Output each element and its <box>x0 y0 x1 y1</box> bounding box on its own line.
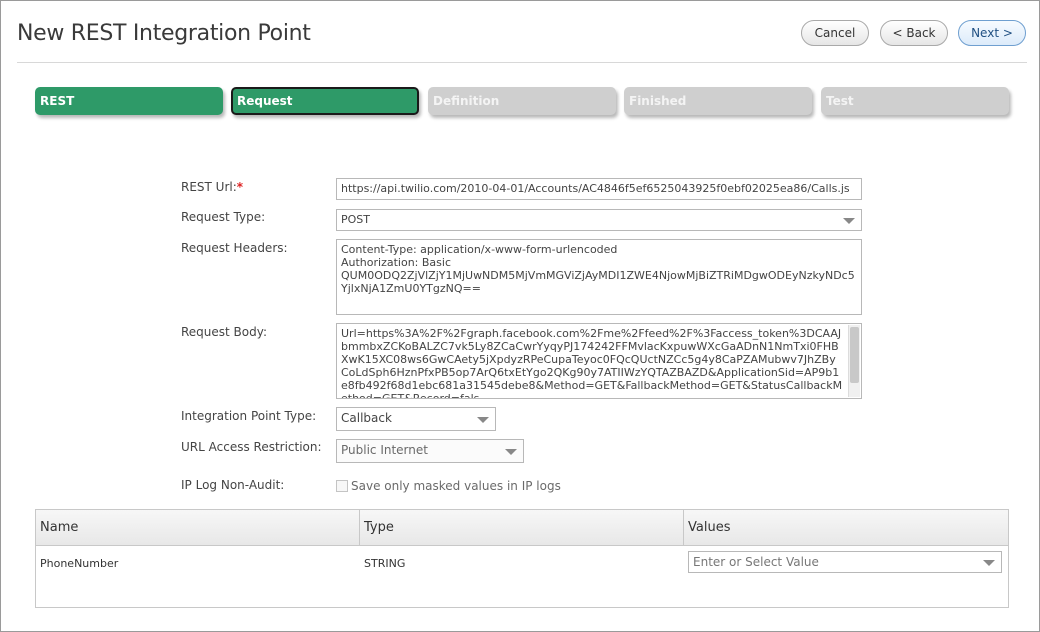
back-button[interactable]: < Back <box>880 20 948 46</box>
column-header-type[interactable]: Type <box>360 510 684 546</box>
rest-url-label-text: REST Url: <box>181 180 237 194</box>
request-type-label: Request Type: <box>181 210 266 224</box>
value-select-placeholder: Enter or Select Value <box>693 555 819 569</box>
required-marker: * <box>236 180 244 194</box>
chevron-down-icon <box>505 449 517 455</box>
request-body-text: Url=https%3A%2F%2Fgraph.facebook.com%2Fm… <box>341 327 843 399</box>
chevron-down-icon <box>477 417 489 423</box>
integration-point-type-select[interactable]: Callback <box>336 407 496 431</box>
chevron-down-icon <box>983 560 995 566</box>
url-access-restriction-label: URL Access Restriction: <box>181 440 322 454</box>
cell-type: STRING <box>364 557 406 570</box>
ip-log-checkbox-label: Save only masked values in IP logs <box>351 479 561 493</box>
page-title: New REST Integration Point <box>17 21 311 46</box>
chevron-down-icon <box>843 218 855 224</box>
header-divider <box>17 62 1027 63</box>
url-access-restriction-select[interactable]: Public Internet <box>336 439 524 463</box>
cell-name: PhoneNumber <box>40 557 119 570</box>
step-finished[interactable]: Finished <box>624 87 812 115</box>
scrollbar-thumb[interactable] <box>850 327 859 383</box>
request-type-value: POST <box>341 213 370 226</box>
parameters-grid: Name Type Values PhoneNumber STRING Ente… <box>35 509 1009 608</box>
step-test[interactable]: Test <box>821 87 1009 115</box>
window-frame: New REST Integration Point Cancel < Back… <box>0 0 1040 632</box>
rest-url-input[interactable]: https://api.twilio.com/2010-04-01/Accoun… <box>336 178 862 200</box>
request-type-select[interactable]: POST <box>336 209 862 231</box>
request-headers-textarea[interactable]: Content-Type: application/x-www-form-url… <box>336 239 862 315</box>
rest-url-label: REST Url:* <box>181 180 243 194</box>
cancel-button[interactable]: Cancel <box>801 20 869 46</box>
ip-log-checkbox[interactable] <box>336 480 348 492</box>
request-body-textarea[interactable]: Url=https%3A%2F%2Fgraph.facebook.com%2Fm… <box>336 323 862 399</box>
integration-point-type-value: Callback <box>341 411 392 425</box>
step-request[interactable]: Request <box>231 87 419 115</box>
step-rest[interactable]: REST <box>35 87 223 115</box>
column-header-values[interactable]: Values <box>684 510 1008 546</box>
grid-header: Name Type Values <box>36 510 1008 546</box>
request-headers-label: Request Headers: <box>181 241 288 255</box>
request-body-label: Request Body: <box>181 325 268 339</box>
integration-point-type-label: Integration Point Type: <box>181 409 317 423</box>
request-body-scrollbar[interactable] <box>848 325 860 397</box>
url-access-restriction-value: Public Internet <box>341 443 428 457</box>
step-definition[interactable]: Definition <box>428 87 616 115</box>
next-button[interactable]: Next > <box>958 20 1026 46</box>
ip-log-label: IP Log Non-Audit: <box>181 478 285 492</box>
value-select[interactable]: Enter or Select Value <box>688 551 1002 573</box>
column-header-name[interactable]: Name <box>36 510 360 546</box>
